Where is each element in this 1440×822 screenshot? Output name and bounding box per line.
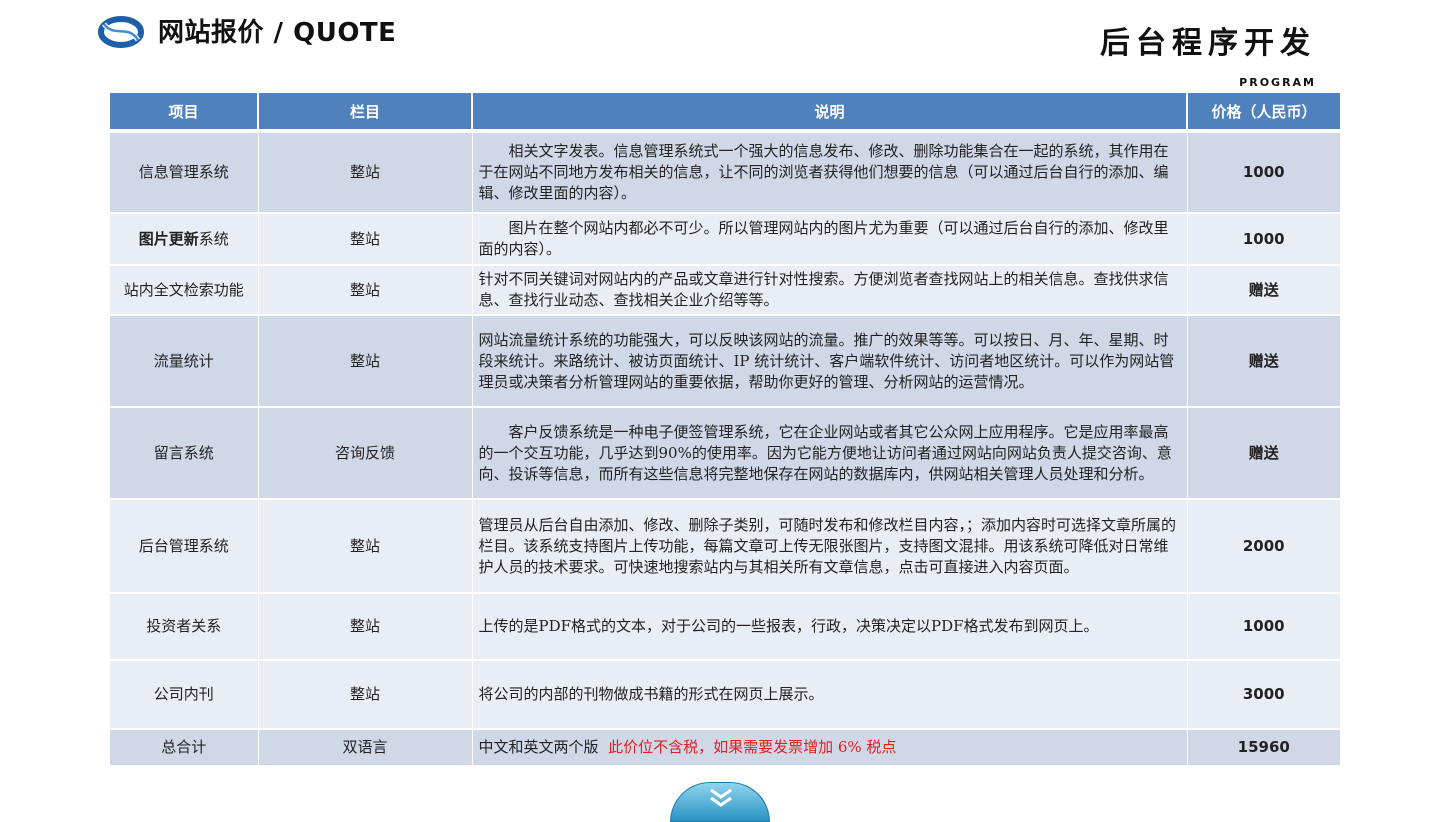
quote-table: 项目 栏目 说明 价格（人民币） 信息管理系统 整站 相关文字发表。信息管理系统… [110,93,1340,767]
row-item: 流量统计 [110,315,259,408]
row-item: 留言系统 [110,407,259,500]
row-column: 整站 [258,213,473,266]
table-header-row: 项目 栏目 说明 价格（人民币） [110,93,1340,133]
row-column: 整站 [258,660,473,730]
table-row-total: 总合计 双语言 中文和英文两个版 此价位不含税，如果需要发票增加 6% 税点 1… [110,729,1340,767]
total-description: 中文和英文两个版 此价位不含税，如果需要发票增加 6% 税点 [472,729,1188,767]
row-column: 整站 [258,131,473,214]
row-description: 针对不同关键词对网站内的产品或文章进行针对性搜索。方便浏览者查找网站上的相关信息… [472,265,1188,316]
row-price: 2000 [1187,499,1340,594]
table-row: 信息管理系统 整站 相关文字发表。信息管理系统式一个强大的信息发布、修改、删除功… [110,131,1340,214]
column-header-category: 栏目 [258,93,473,133]
row-price: 3000 [1187,660,1340,730]
column-header-item: 项目 [110,93,259,133]
row-price: 1000 [1187,593,1340,661]
row-description: 上传的是PDF格式的文本，对于公司的一些报表，行政，决策决定以PDF格式发布到网… [472,593,1188,661]
row-price: 赠送 [1187,265,1340,316]
row-column: 咨询反馈 [258,407,473,500]
row-column: 整站 [258,499,473,594]
row-column: 整站 [258,315,473,408]
row-item: 图片更新系统 [110,213,259,266]
row-description: 将公司的内部的刊物做成书籍的形式在网页上展示。 [472,660,1188,730]
row-item: 投资者关系 [110,593,259,661]
double-chevron-down-icon [710,788,732,807]
row-price: 1000 [1187,213,1340,266]
row-item: 公司内刊 [110,660,259,730]
page-title: 网站报价 / QUOTE [158,18,397,48]
row-item: 信息管理系统 [110,131,259,214]
scroll-down-button[interactable] [670,782,770,822]
swirl-logo-icon [98,16,144,48]
total-desc-text: 中文和英文两个版 [478,738,599,756]
tax-note: 此价位不含税，如果需要发票增加 6% 税点 [608,738,897,756]
row-column: 整站 [258,265,473,316]
column-header-price: 价格（人民币） [1187,93,1340,133]
row-item: 站内全文检索功能 [110,265,259,316]
table-row: 留言系统 咨询反馈 客户反馈系统是一种电子便签管理系统，它在企业网站或者其它公众… [110,407,1340,500]
row-description: 图片在整个网站内都必不可少。所以管理网站内的图片尤为重要（可以通过后台自行的添加… [472,213,1188,266]
table-row: 后台管理系统 整站 管理员从后台自由添加、修改、删除子类别，可随时发布和修改栏目… [110,499,1340,594]
row-column: 整站 [258,593,473,661]
section-subtitle: PROGRAM [1239,76,1316,89]
row-item-rest: 系统 [198,229,229,248]
table-row: 公司内刊 整站 将公司的内部的刊物做成书籍的形式在网页上展示。 3000 [110,660,1340,730]
row-price: 赠送 [1187,407,1340,500]
total-label: 总合计 [110,729,259,767]
table-row: 投资者关系 整站 上传的是PDF格式的文本，对于公司的一些报表，行政，决策决定以… [110,593,1340,661]
row-description: 网站流量统计系统的功能强大，可以反映该网站的流量。推广的效果等等。可以按日、月、… [472,315,1188,408]
row-price: 1000 [1187,131,1340,214]
row-item-bold: 图片更新 [138,229,199,248]
row-description: 相关文字发表。信息管理系统式一个强大的信息发布、修改、删除功能集合在一起的系统，… [472,131,1188,214]
row-description: 管理员从后台自由添加、修改、删除子类别，可随时发布和修改栏目内容，；添加内容时可… [472,499,1188,594]
row-item: 后台管理系统 [110,499,259,594]
table-row: 流量统计 整站 网站流量统计系统的功能强大，可以反映该网站的流量。推广的效果等等… [110,315,1340,408]
column-header-description: 说明 [472,93,1188,133]
table-row: 站内全文检索功能 整站 针对不同关键词对网站内的产品或文章进行针对性搜索。方便浏… [110,265,1340,316]
table-row: 图片更新系统 整站 图片在整个网站内都必不可少。所以管理网站内的图片尤为重要（可… [110,213,1340,266]
section-title: 后台程序开发 [1100,26,1316,61]
row-price: 赠送 [1187,315,1340,408]
total-column: 双语言 [258,729,473,767]
total-price: 15960 [1187,729,1340,767]
row-description: 客户反馈系统是一种电子便签管理系统，它在企业网站或者其它公众网上应用程序。它是应… [472,407,1188,500]
